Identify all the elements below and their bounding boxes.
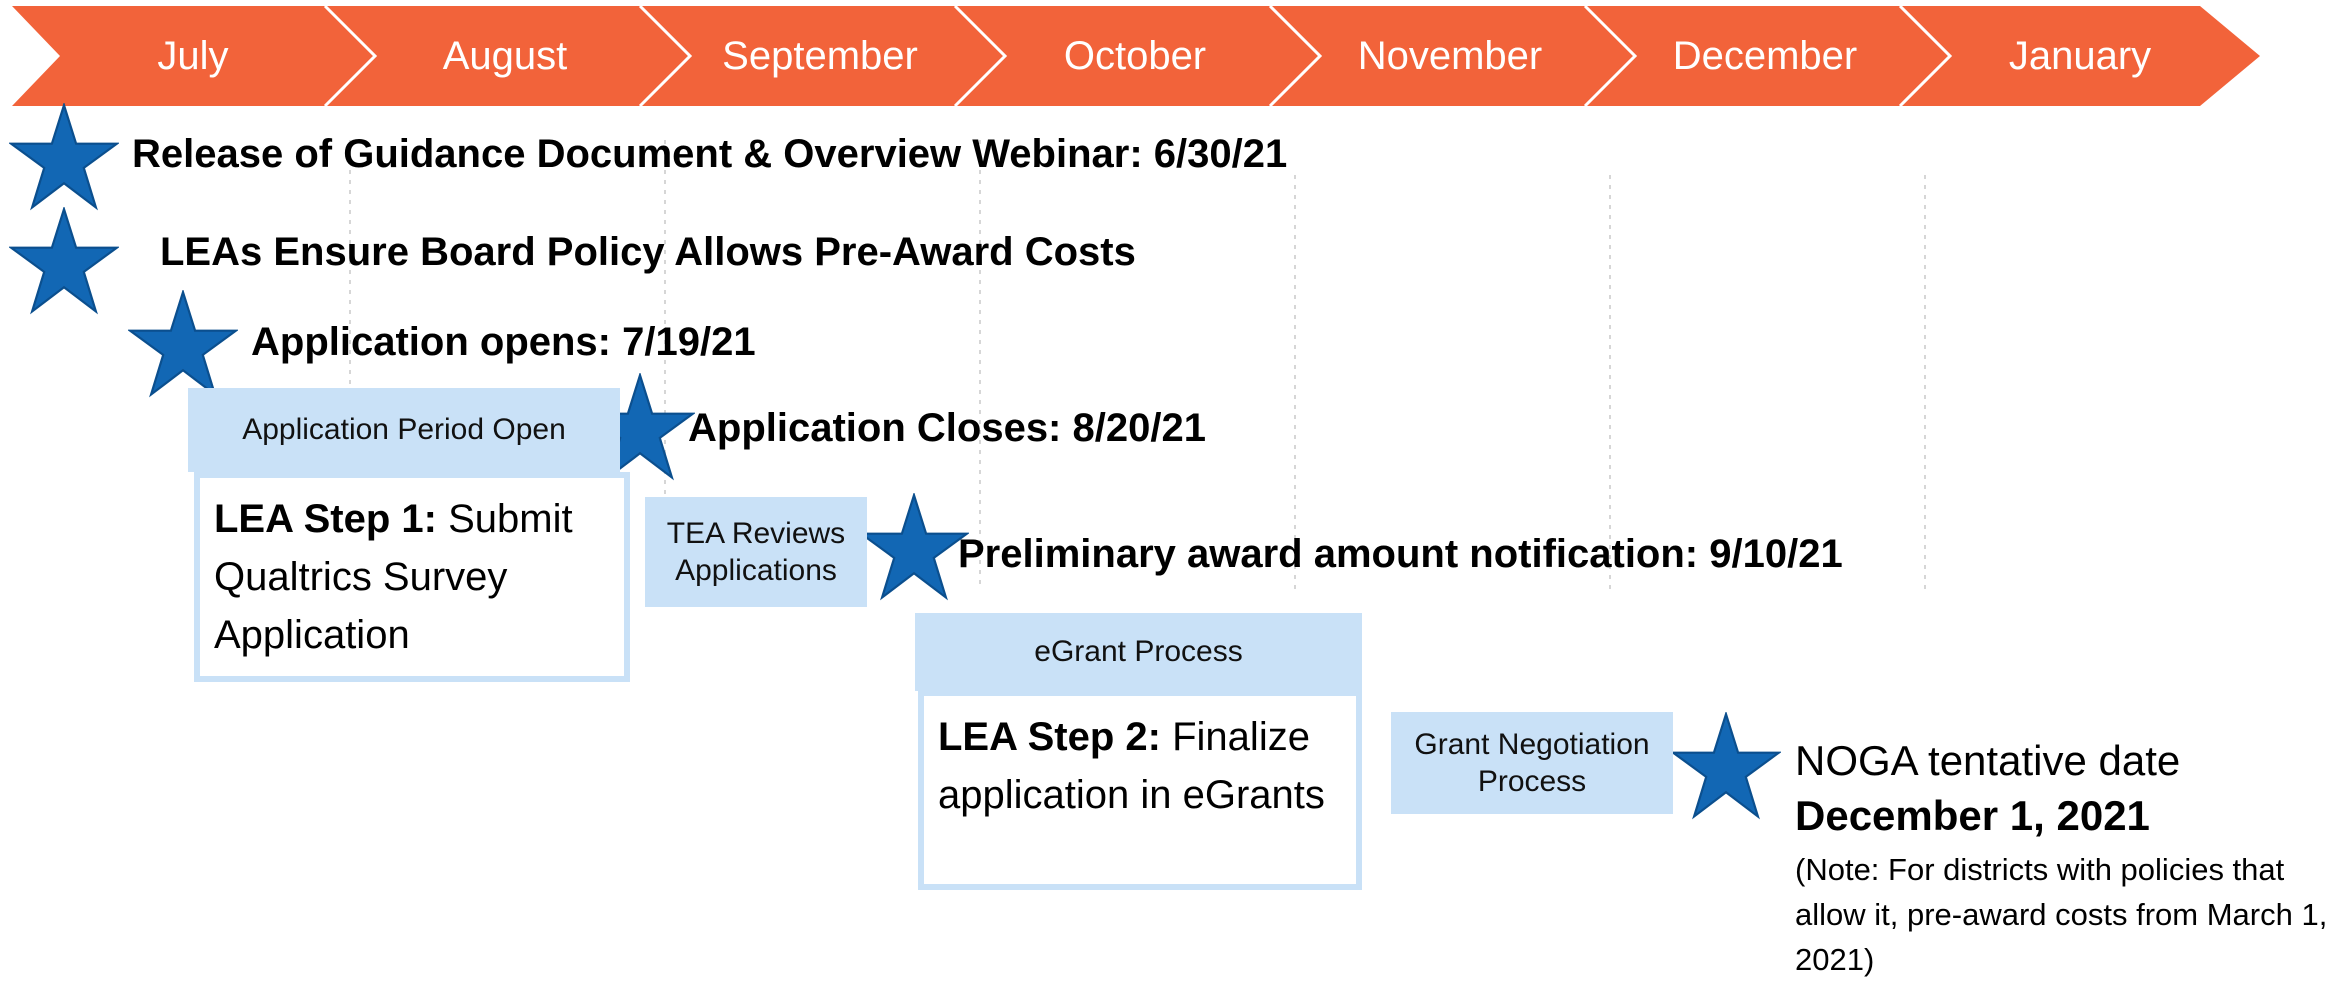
- noga-block: NOGA tentative date December 1, 2021 (No…: [1795, 733, 2335, 983]
- band-application-period-label: Application Period Open: [242, 413, 566, 447]
- noga-note: (Note: For districts with policies that …: [1795, 852, 2328, 978]
- band-egrant-process-label: eGrant Process: [1034, 635, 1243, 669]
- lea-step-2-title: LEA Step 2:: [938, 715, 1161, 759]
- month-december: December: [1672, 34, 1858, 78]
- month-november: November: [1357, 34, 1543, 78]
- band-grant-negotiation: Grant Negotiation Process: [1391, 712, 1673, 814]
- milestone-release: Release of Guidance Document & Overview …: [132, 132, 1288, 176]
- milestone-app-opens: Application opens: 7/19/21: [251, 320, 756, 364]
- milestone-board-policy: LEAs Ensure Board Policy Allows Pre-Awar…: [160, 230, 1136, 274]
- lea-step-1-box: LEA Step 1: Submit Qualtrics Survey Appl…: [194, 472, 630, 682]
- star-icon: [859, 493, 969, 603]
- star-icon: [1671, 712, 1781, 822]
- milestone-preliminary-award: Preliminary award amount notification: 9…: [958, 532, 1843, 576]
- milestone-app-closes: Application Closes: 8/20/21: [688, 406, 1206, 450]
- month-july: July: [157, 34, 229, 78]
- band-tea-reviews: TEA Reviews Applications: [645, 497, 867, 607]
- star-icon: [9, 207, 119, 317]
- band-grant-negotiation-line1: Grant Negotiation: [1414, 727, 1650, 761]
- noga-date: December 1, 2021: [1795, 791, 2150, 839]
- band-grant-negotiation-line2: Process: [1477, 765, 1587, 798]
- star-icon: [128, 290, 238, 400]
- band-tea-reviews-line1: TEA Reviews: [666, 516, 846, 550]
- lea-step-1-title: LEA Step 1:: [214, 497, 437, 541]
- lea-step-2-box: LEA Step 2: Finalize application in eGra…: [918, 690, 1362, 890]
- band-tea-reviews-line2: Applications: [675, 554, 837, 587]
- star-icon: [9, 103, 119, 213]
- month-september: September: [722, 34, 918, 78]
- month-august: August: [442, 34, 568, 78]
- month-january: January: [2008, 34, 2152, 78]
- band-application-period: Application Period Open: [188, 388, 620, 472]
- band-egrant-process: eGrant Process: [915, 613, 1362, 691]
- month-october: October: [1063, 34, 1207, 78]
- noga-title: NOGA tentative date: [1795, 737, 2181, 784]
